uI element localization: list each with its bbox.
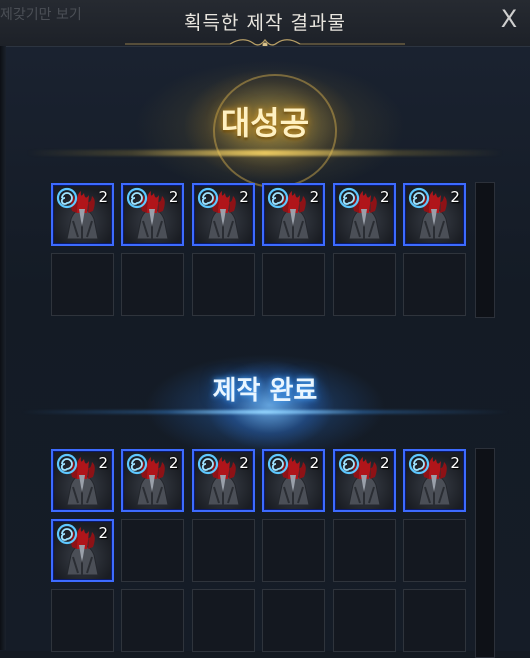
item-quantity: 2 [450, 454, 460, 472]
title-bar: 제갖기만 보기 획득한 제작 결과물 X [0, 0, 530, 48]
great-success-label: 대성공 [220, 104, 310, 142]
great-success-scrollbar[interactable] [475, 182, 495, 318]
craft-complete-item-slot[interactable]: 2 [51, 449, 114, 512]
craft-complete-label: 제작 완료 [212, 376, 318, 406]
item-quantity: 2 [380, 188, 390, 206]
item-quantity: 2 [168, 454, 179, 472]
craft-complete-empty-slot [332, 589, 396, 652]
great-success-empty-slot [402, 253, 466, 316]
window-title: 획득한 제작 결과물 [184, 12, 346, 34]
craft-complete-item-slot[interactable]: 2 [121, 449, 185, 512]
craft-complete-empty-slot [262, 519, 326, 582]
great-success-empty-slot [262, 253, 326, 316]
great-success-item-slot[interactable]: 2 [332, 183, 396, 246]
craft-complete-empty-slot [191, 589, 255, 652]
craft-complete-item-slot[interactable]: 2 [191, 449, 255, 512]
item-quantity: 2 [380, 454, 390, 472]
craft-complete-flare [20, 410, 510, 414]
craft-complete-empty-slot [51, 589, 114, 652]
great-success-empty-slot [332, 253, 396, 316]
great-success-empty-slot [191, 253, 255, 316]
craft-complete-item-slot[interactable]: 2 [332, 449, 396, 512]
great-success-item-slot[interactable]: 2 [402, 183, 466, 246]
item-quantity: 2 [239, 454, 249, 472]
item-quantity: 2 [309, 188, 320, 206]
great-success-empty-slot [121, 253, 185, 316]
great-success-item-slot[interactable]: 2 [191, 183, 255, 246]
craft-complete-empty-slot [332, 519, 396, 582]
craft-complete-item-slot[interactable]: 2 [262, 449, 326, 512]
item-quantity: 2 [239, 188, 249, 206]
item-quantity: 2 [309, 454, 320, 472]
great-success-empty-slot [51, 253, 114, 316]
item-quantity: 2 [98, 524, 108, 542]
great-success-flare [0, 150, 530, 156]
item-quantity: 2 [98, 188, 108, 206]
item-quantity: 2 [168, 188, 179, 206]
close-button[interactable]: X [496, 4, 522, 34]
craft-complete-scrollbar[interactable] [475, 448, 495, 658]
great-success-item-slot[interactable]: 2 [51, 183, 114, 246]
item-quantity: 2 [450, 188, 460, 206]
great-success-item-slot[interactable]: 2 [262, 183, 326, 246]
craft-complete-empty-slot [402, 519, 466, 582]
great-success-item-grid: 2 2 2 2 2 2 [51, 183, 466, 316]
great-success-item-slot[interactable]: 2 [121, 183, 185, 246]
craft-complete-empty-slot [402, 589, 466, 652]
craft-complete-empty-slot [262, 589, 326, 652]
craft-complete-empty-slot [191, 519, 255, 582]
craft-complete-empty-slot [121, 519, 185, 582]
craft-complete-item-slot[interactable]: 2 [51, 519, 114, 582]
item-quantity: 2 [98, 454, 108, 472]
craft-complete-empty-slot [121, 589, 185, 652]
craft-complete-item-slot[interactable]: 2 [402, 449, 466, 512]
craft-complete-item-grid: 2 2 2 2 2 2 2 [51, 449, 466, 652]
